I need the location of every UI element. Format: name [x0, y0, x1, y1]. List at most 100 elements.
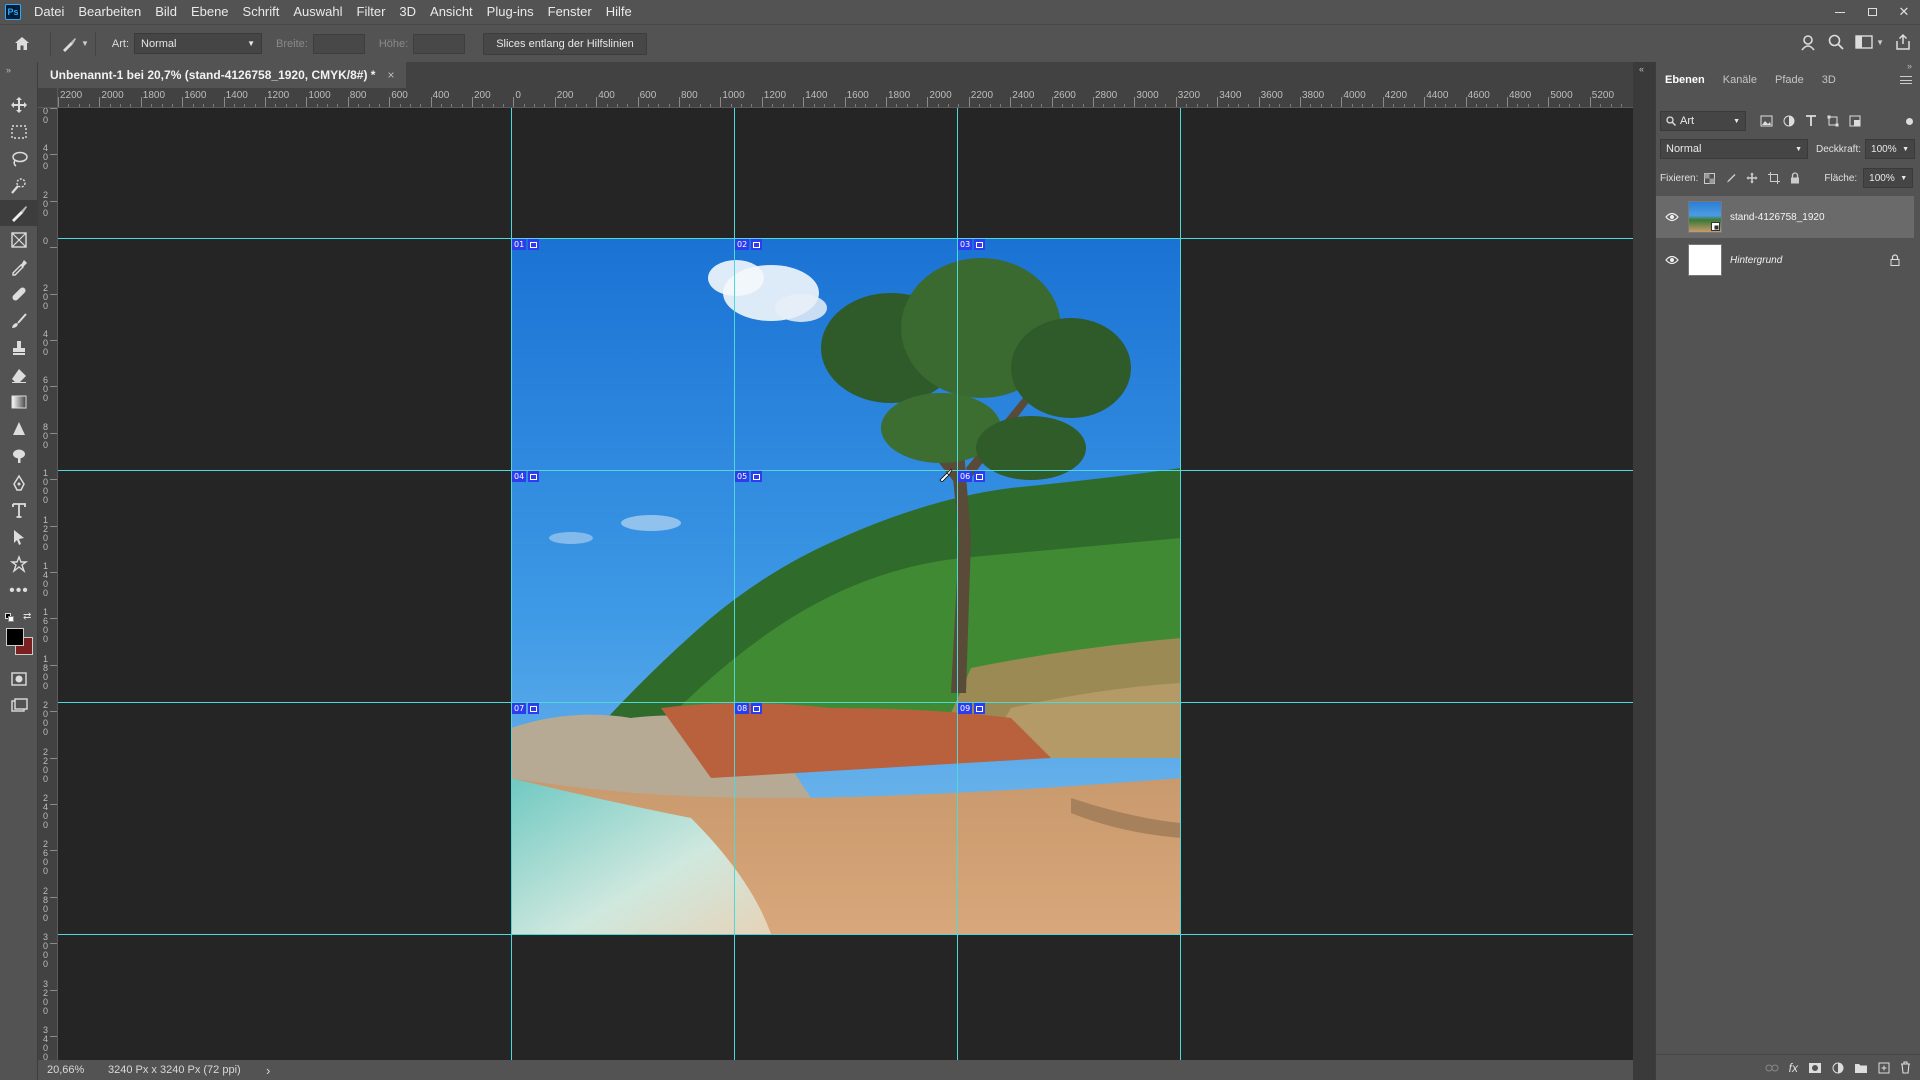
- blur-tool[interactable]: [0, 416, 38, 442]
- delete-layer-icon[interactable]: [1900, 1061, 1911, 1074]
- new-adjustment-layer-icon[interactable]: [1832, 1062, 1844, 1074]
- new-group-icon[interactable]: [1854, 1062, 1868, 1074]
- lock-position-icon[interactable]: [1746, 172, 1758, 184]
- tab-kanaele[interactable]: Kanäle: [1714, 66, 1766, 94]
- guide-vertical[interactable]: [734, 108, 735, 1060]
- layer-visibility-toggle[interactable]: [1656, 255, 1688, 265]
- close-window-button[interactable]: ✕: [1888, 0, 1920, 24]
- status-menu-arrow-icon[interactable]: ›: [266, 1063, 270, 1078]
- link-layers-icon[interactable]: [1765, 1063, 1779, 1073]
- slice-badge[interactable]: 05: [735, 471, 763, 482]
- layer-style-fx-icon[interactable]: fx: [1789, 1061, 1798, 1075]
- canvas-area[interactable]: 01 02 03 04 05 06 07 08 09: [58, 108, 1633, 1060]
- close-tab-icon[interactable]: ×: [387, 68, 394, 82]
- default-colors-icon[interactable]: [5, 613, 14, 622]
- move-tool[interactable]: [0, 92, 38, 118]
- tab-pfade[interactable]: Pfade: [1766, 66, 1813, 94]
- menu-plugins[interactable]: Plug-ins: [480, 0, 541, 24]
- filter-adjustment-layer-icon[interactable]: [1783, 115, 1795, 127]
- document-tab[interactable]: Unbenannt-1 bei 20,7% (stand-4126758_192…: [38, 62, 407, 88]
- zoom-level[interactable]: 20,66%: [38, 1064, 94, 1076]
- vertical-ruler[interactable]: 6004002000200400600800100012001400160018…: [38, 108, 58, 1060]
- custom-shape-tool[interactable]: [0, 551, 38, 577]
- share-icon[interactable]: [1894, 33, 1912, 51]
- filter-pixel-layer-icon[interactable]: [1760, 115, 1773, 127]
- add-mask-icon[interactable]: [1808, 1062, 1822, 1074]
- collapse-toolbar-icon[interactable]: »: [6, 65, 11, 75]
- gradient-tool[interactable]: [0, 389, 38, 415]
- marquee-tool[interactable]: [0, 119, 38, 145]
- foreground-color-swatch[interactable]: [6, 628, 24, 646]
- restore-button[interactable]: [1856, 0, 1888, 24]
- layer-visibility-toggle[interactable]: [1656, 212, 1688, 222]
- filter-shape-layer-icon[interactable]: [1827, 115, 1839, 127]
- menu-filter[interactable]: Filter: [350, 0, 393, 24]
- tab-ebenen[interactable]: Ebenen: [1656, 66, 1714, 94]
- search-icon[interactable]: [1827, 33, 1845, 51]
- lasso-tool[interactable]: [0, 146, 38, 172]
- quick-mask-button[interactable]: [0, 666, 38, 692]
- guide-horizontal[interactable]: [58, 470, 1633, 471]
- collapse-panel-icon[interactable]: »: [1907, 61, 1912, 71]
- guide-horizontal[interactable]: [58, 238, 1633, 239]
- quick-selection-tool[interactable]: [0, 173, 38, 199]
- menu-3d[interactable]: 3D: [392, 0, 423, 24]
- menu-auswahl[interactable]: Auswahl: [286, 0, 349, 24]
- stamp-tool[interactable]: [0, 335, 38, 361]
- slice-badge[interactable]: 07: [512, 703, 540, 714]
- opacity-field[interactable]: 100% ▼: [1865, 139, 1916, 159]
- frame-tool[interactable]: [0, 227, 38, 253]
- pen-tool[interactable]: [0, 470, 38, 496]
- slice-badge[interactable]: 06: [958, 471, 986, 482]
- screen-mode-button[interactable]: [0, 693, 38, 719]
- style-select[interactable]: Normal ▼: [134, 33, 263, 54]
- brush-tool[interactable]: [0, 308, 38, 334]
- cloud-account-icon[interactable]: [1799, 33, 1817, 51]
- menu-ebene[interactable]: Ebene: [184, 0, 236, 24]
- slice-badge[interactable]: 01: [512, 239, 540, 250]
- filter-type-layer-icon[interactable]: [1805, 115, 1817, 127]
- eraser-tool[interactable]: [0, 362, 38, 388]
- home-button[interactable]: [0, 25, 44, 63]
- minimize-button[interactable]: [1824, 0, 1856, 24]
- slice-badge[interactable]: 02: [735, 239, 763, 250]
- type-tool[interactable]: [0, 497, 38, 523]
- lock-all-icon[interactable]: [1790, 172, 1800, 184]
- menu-fenster[interactable]: Fenster: [541, 0, 599, 24]
- filter-smart-object-icon[interactable]: [1849, 115, 1861, 127]
- lock-transparent-pixels-icon[interactable]: [1704, 172, 1716, 184]
- width-input[interactable]: [312, 33, 365, 54]
- slice-badge[interactable]: 08: [735, 703, 763, 714]
- fill-field[interactable]: 100% ▼: [1863, 168, 1914, 188]
- swap-colors-icon[interactable]: ⇄: [23, 611, 31, 622]
- layer-name[interactable]: stand-4126758_1920: [1730, 212, 1825, 223]
- guide-horizontal[interactable]: [58, 934, 1633, 935]
- path-selection-tool[interactable]: [0, 524, 38, 550]
- menu-bearbeiten[interactable]: Bearbeiten: [71, 0, 148, 24]
- more-tools-button[interactable]: •••: [0, 578, 38, 604]
- workspace-switcher[interactable]: ▼: [1855, 34, 1884, 50]
- new-layer-icon[interactable]: [1878, 1062, 1890, 1074]
- lock-artboard-icon[interactable]: [1768, 172, 1781, 184]
- guide-vertical[interactable]: [1180, 108, 1181, 1060]
- ruler-origin[interactable]: [38, 88, 58, 108]
- slice-tool[interactable]: [0, 200, 38, 226]
- filter-toggle-switch[interactable]: [1906, 117, 1913, 125]
- horizontal-ruler[interactable]: 2200 2000 1800 1600 1400 1200 1000 800 600 400 200…: [58, 88, 1633, 108]
- layer-row[interactable]: stand-4126758_1920: [1656, 196, 1914, 238]
- tool-preset-picker[interactable]: ▼: [61, 36, 89, 52]
- menu-ansicht[interactable]: Ansicht: [423, 0, 480, 24]
- slice-badge[interactable]: 03: [958, 239, 986, 250]
- guide-horizontal[interactable]: [58, 702, 1633, 703]
- tab-3d[interactable]: 3D: [1813, 66, 1845, 94]
- eyedropper-tool[interactable]: [0, 254, 38, 280]
- guide-vertical[interactable]: [511, 108, 512, 1060]
- lock-image-pixels-icon[interactable]: [1725, 173, 1736, 184]
- slices-from-guides-button[interactable]: Slices entlang der Hilfslinien: [483, 32, 647, 55]
- expand-panels-icon[interactable]: «: [1639, 64, 1644, 74]
- menu-schrift[interactable]: Schrift: [236, 0, 287, 24]
- slice-badge[interactable]: 04: [512, 471, 540, 482]
- menu-hilfe[interactable]: Hilfe: [599, 0, 639, 24]
- panel-menu-icon[interactable]: [1900, 76, 1912, 84]
- menu-bild[interactable]: Bild: [148, 0, 184, 24]
